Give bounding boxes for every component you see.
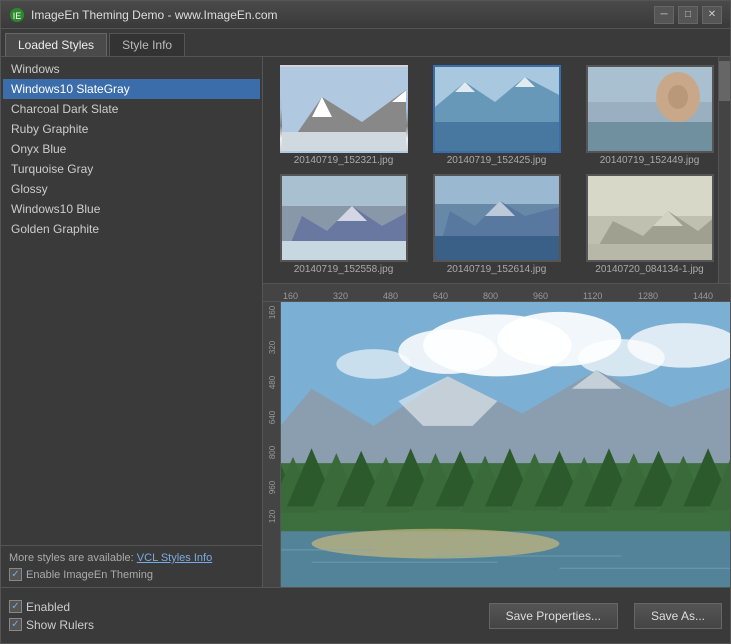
- thumb-img-4: [280, 174, 408, 262]
- enabled-checkbox[interactable]: [9, 600, 22, 613]
- show-rulers-row: Show Rulers: [9, 618, 94, 632]
- style-list: Windows Windows10 SlateGray Charcoal Dar…: [1, 57, 262, 545]
- scrollbar-thumb: [719, 61, 730, 101]
- thumb-svg-5: [435, 176, 561, 262]
- main-window: IE ImageEn Theming Demo - www.ImageEn.co…: [0, 0, 731, 644]
- thumb-svg-4: [282, 176, 408, 262]
- thumb-label-2: 20140719_152425.jpg: [447, 155, 547, 166]
- ruler-tick-1440: 1440: [691, 291, 730, 301]
- window-title: ImageEn Theming Demo - www.ImageEn.com: [31, 8, 654, 22]
- enable-theming-checkbox[interactable]: [9, 568, 22, 581]
- style-item-win10-blue[interactable]: Windows10 Blue: [3, 199, 260, 219]
- tab-loaded-styles[interactable]: Loaded Styles: [5, 33, 107, 56]
- thumb-svg-6: [588, 176, 714, 262]
- style-item-windows[interactable]: Windows: [3, 59, 260, 79]
- vcl-styles-link[interactable]: VCL Styles Info: [137, 552, 212, 564]
- show-rulers-checkbox[interactable]: [9, 618, 22, 631]
- show-rulers-label: Show Rulers: [26, 618, 94, 632]
- title-bar: IE ImageEn Theming Demo - www.ImageEn.co…: [1, 1, 730, 29]
- minimize-button[interactable]: ─: [654, 6, 674, 24]
- right-panel: 20140719_152321.jpg 20140719_1524: [263, 57, 730, 587]
- thumb-svg-3: [588, 67, 714, 153]
- thumb-cell-3[interactable]: 20140719_152449.jpg: [573, 61, 726, 170]
- ruler-tick-640: 640: [431, 291, 481, 301]
- vertical-ruler: 160 320 480 640 800 960 120: [263, 302, 281, 587]
- v-tick-320: 320: [268, 341, 277, 354]
- ruler-tick-320: 320: [331, 291, 381, 301]
- save-properties-button[interactable]: Save Properties...: [489, 603, 618, 629]
- thumb-label-6: 20140720_084134-1.jpg: [595, 264, 703, 275]
- ruler-tick-800: 800: [481, 291, 531, 301]
- save-as-button[interactable]: Save As...: [634, 603, 722, 629]
- style-item-turquoise-gray[interactable]: Turquoise Gray: [3, 159, 260, 179]
- close-button[interactable]: ✕: [702, 6, 722, 24]
- v-tick-160: 160: [268, 306, 277, 319]
- v-tick-800: 800: [268, 446, 277, 459]
- style-item-golden-graphite[interactable]: Golden Graphite: [3, 219, 260, 239]
- thumb-cell-6[interactable]: 20140720_084134-1.jpg: [573, 170, 726, 279]
- footer-text: More styles are available:: [9, 552, 134, 564]
- thumb-cell-2[interactable]: 20140719_152425.jpg: [420, 61, 573, 170]
- ruler-tick-480: 480: [381, 291, 431, 301]
- checkboxes-group: Enabled Show Rulers: [9, 600, 94, 632]
- thumb-img-6: [586, 174, 714, 262]
- v-tick-480: 480: [268, 376, 277, 389]
- thumb-svg-2: [435, 67, 561, 153]
- window-controls: ─ □ ✕: [654, 6, 722, 24]
- v-tick-120: 120: [268, 510, 277, 523]
- thumb-label-3: 20140719_152449.jpg: [600, 155, 700, 166]
- ruler-tick-960: 960: [531, 291, 581, 301]
- left-footer: More styles are available: VCL Styles In…: [1, 545, 262, 587]
- main-content: Windows Windows10 SlateGray Charcoal Dar…: [1, 57, 730, 587]
- horizontal-ruler: 160 320 480 640 800 960 1120 1280 1440 1…: [263, 284, 730, 302]
- thumb-img-1: [280, 65, 408, 153]
- style-item-ruby-graphite[interactable]: Ruby Graphite: [3, 119, 260, 139]
- maximize-button[interactable]: □: [678, 6, 698, 24]
- thumb-cell-4[interactable]: 20140719_152558.jpg: [267, 170, 420, 279]
- thumb-label-5: 20140719_152614.jpg: [447, 264, 547, 275]
- main-image-view[interactable]: [281, 302, 730, 587]
- tab-bar: Loaded Styles Style Info: [1, 29, 730, 57]
- thumbnail-scrollbar[interactable]: [718, 57, 730, 283]
- thumb-svg-1: [282, 67, 408, 153]
- thumb-label-1: 20140719_152321.jpg: [294, 155, 394, 166]
- style-item-glossy[interactable]: Glossy: [3, 179, 260, 199]
- ruler-tick-160: 160: [281, 291, 331, 301]
- thumb-img-3: [586, 65, 714, 153]
- enable-theming-label: Enable ImageEn Theming: [26, 569, 153, 581]
- tab-style-info[interactable]: Style Info: [109, 33, 185, 56]
- thumb-cell-1[interactable]: 20140719_152321.jpg: [267, 61, 420, 170]
- ruler-v-container: 160 320 480 640 800 960 120: [263, 302, 730, 587]
- svg-text:IE: IE: [13, 11, 22, 21]
- thumb-img-5: [433, 174, 561, 262]
- ruler-tick-1120: 1120: [581, 291, 636, 301]
- style-item-onyx-blue[interactable]: Onyx Blue: [3, 139, 260, 159]
- bottom-bar: Enabled Show Rulers Save Properties... S…: [1, 587, 730, 643]
- enable-row: Enable ImageEn Theming: [9, 568, 254, 581]
- main-landscape-svg: [281, 302, 730, 587]
- ruler-tick-1280: 1280: [636, 291, 691, 301]
- enabled-label: Enabled: [26, 600, 70, 614]
- style-item-charcoal-dark[interactable]: Charcoal Dark Slate: [3, 99, 260, 119]
- thumb-label-4: 20140719_152558.jpg: [294, 264, 394, 275]
- v-tick-640: 640: [268, 411, 277, 424]
- left-panel: Windows Windows10 SlateGray Charcoal Dar…: [1, 57, 263, 587]
- v-tick-960: 960: [268, 481, 277, 494]
- viewer-area: 160 320 480 640 800 960 1120 1280 1440 1…: [263, 284, 730, 587]
- thumb-img-2: [433, 65, 561, 153]
- style-item-win10-slategray[interactable]: Windows10 SlateGray: [3, 79, 260, 99]
- enabled-row: Enabled: [9, 600, 94, 614]
- thumb-cell-5[interactable]: 20140719_152614.jpg: [420, 170, 573, 279]
- thumbnail-grid: 20140719_152321.jpg 20140719_1524: [263, 57, 730, 284]
- app-icon: IE: [9, 7, 25, 23]
